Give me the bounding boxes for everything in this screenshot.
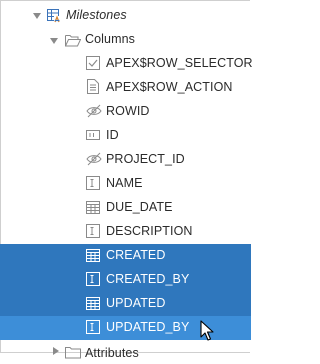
date-picker-icon [86,296,100,310]
tree-node-column[interactable]: DESCRIPTION [0,220,251,244]
row-action-document-icon [87,79,101,94]
hidden-eye-icon [86,152,102,166]
folder-label: Attributes [85,346,139,360]
mouse-cursor-icon [200,320,216,342]
date-picker-icon [86,200,100,214]
column-label: UPDATED_BY [106,320,190,334]
tree-node-column[interactable]: APEX$ROW_SELECTOR [0,52,253,76]
tree-node-column[interactable]: PROJECT_ID [0,148,251,172]
date-picker-icon [86,248,100,262]
column-label: NAME [106,176,143,190]
expanded-caret-icon[interactable] [33,12,41,20]
tree-node-column[interactable]: DUE_DATE [0,196,251,220]
row-selector-checkbox-icon [86,56,100,70]
column-label: APEX$ROW_SELECTOR [106,56,253,70]
tree-node-column[interactable]: ID [0,124,251,148]
hidden-eye-icon [86,104,102,118]
text-field-icon [86,272,100,286]
tree-node-column-selected[interactable]: UPDATED [0,292,251,316]
tree-node-attributes-folder[interactable]: Attributes [0,340,251,364]
column-label: ID [106,128,119,142]
tree-node-column[interactable]: ROWID [0,100,251,124]
column-label: CREATED_BY [106,272,190,286]
folder-label: Columns [85,32,136,46]
interactive-grid-region-icon [47,9,61,23]
text-field-icon [86,320,100,334]
expanded-caret-icon[interactable] [50,37,58,45]
column-label: APEX$ROW_ACTION [106,80,233,94]
tree-node-column-selected[interactable]: CREATED_BY [0,268,251,292]
text-field-icon [86,224,100,238]
column-label: PROJECT_ID [106,152,185,166]
number-field-icon [86,128,100,142]
column-label: DUE_DATE [106,200,173,214]
tree-node-columns-folder[interactable]: Columns [0,28,251,52]
column-label: CREATED [106,248,166,262]
column-label: ROWID [106,104,150,118]
region-label: Milestones [66,8,127,22]
tree-node-column-selected[interactable]: CREATED [0,244,251,268]
collapsed-caret-icon[interactable] [52,347,60,355]
tree-node-column[interactable]: NAME [0,172,251,196]
column-label: UPDATED [106,296,166,310]
closed-folder-icon [65,346,81,360]
text-field-icon [86,176,100,190]
open-folder-icon [65,34,81,48]
tree-node-column[interactable]: APEX$ROW_ACTION [0,76,251,100]
tree-node-milestones-region[interactable]: Milestones [0,4,251,28]
column-label: DESCRIPTION [106,224,193,238]
